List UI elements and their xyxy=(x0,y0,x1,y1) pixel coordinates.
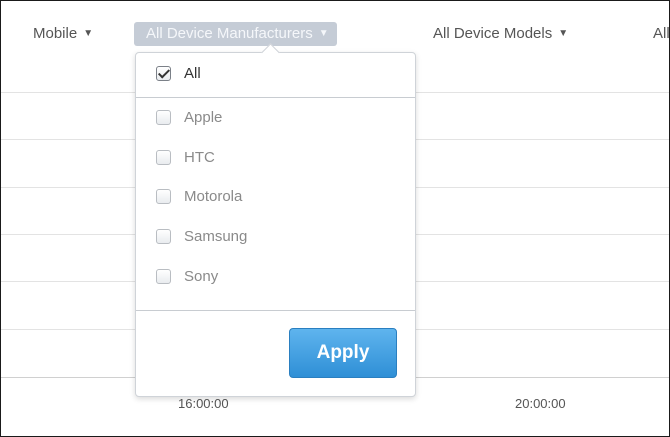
platform-filter-label: Mobile xyxy=(33,25,78,42)
caret-down-icon: ▼ xyxy=(558,28,569,39)
checkbox-icon[interactable] xyxy=(156,110,171,125)
checkbox-checked-icon[interactable] xyxy=(156,66,171,81)
overflow-filter[interactable]: All xyxy=(653,23,670,45)
option-label: Samsung xyxy=(184,228,248,245)
model-filter-label: All Device Models xyxy=(433,25,553,42)
divider xyxy=(136,310,415,311)
checkbox-icon[interactable] xyxy=(156,189,171,204)
checkbox-icon[interactable] xyxy=(156,150,171,165)
model-filter[interactable]: All Device Models ▼ xyxy=(433,23,568,45)
option-label: Motorola xyxy=(184,188,243,205)
manufacturer-filter[interactable]: All Device Manufacturers ▼ xyxy=(134,22,337,46)
option-label: Sony xyxy=(184,268,219,285)
checkbox-icon[interactable] xyxy=(156,269,171,284)
manufacturer-filter-label: All Device Manufacturers xyxy=(146,25,313,42)
option-label: Apple xyxy=(184,109,223,126)
option-label: HTC xyxy=(184,149,215,166)
checkbox-icon[interactable] xyxy=(156,229,171,244)
overflow-filter-label: All xyxy=(653,25,670,42)
x-tick-label: 16:00:00 xyxy=(178,396,229,411)
option-label: All xyxy=(184,65,201,82)
manufacturer-dropdown: All Apple HTC Motorola Samsung Sony Appl… xyxy=(135,52,416,397)
divider xyxy=(136,97,415,98)
platform-filter[interactable]: Mobile ▼ xyxy=(33,23,93,45)
x-tick-label: 20:00:00 xyxy=(515,396,566,411)
caret-down-icon: ▼ xyxy=(318,28,329,39)
apply-button[interactable]: Apply xyxy=(289,328,397,378)
caret-down-icon: ▼ xyxy=(83,28,94,39)
chart-panel: Mobile ▼ All Device Manufacturers ▼ All De… xyxy=(0,0,670,437)
